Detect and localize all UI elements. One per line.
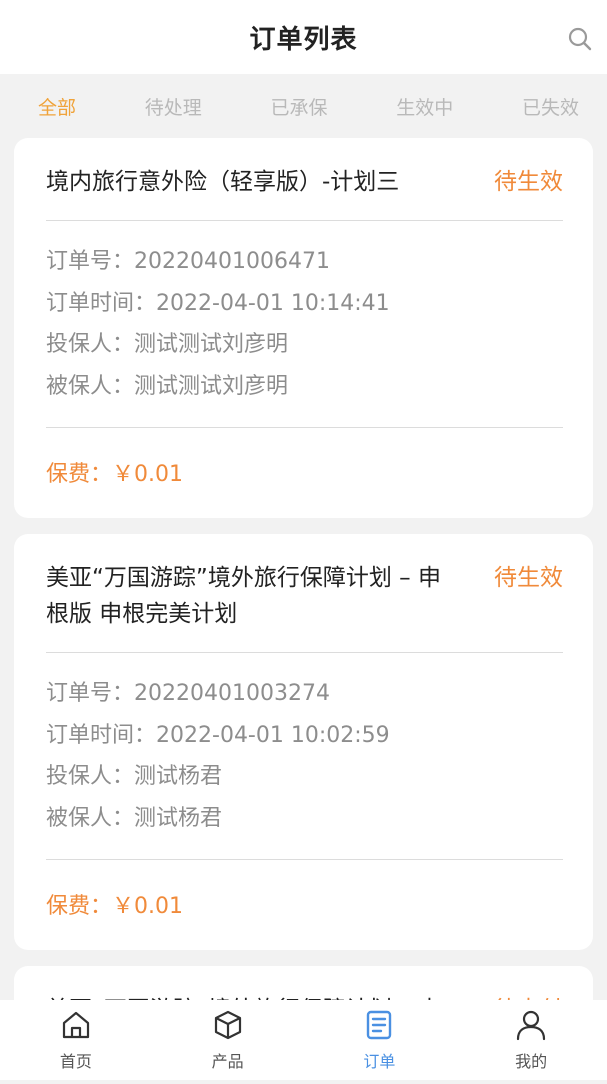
premium-amount: ￥0.01	[112, 894, 184, 919]
order-status: 待生效	[494, 169, 563, 195]
order-time: 2022-04-01 10:02:59	[156, 722, 390, 748]
nav-home[interactable]: 首页	[0, 1000, 152, 1080]
insured: 测试测试刘彦明	[134, 373, 289, 399]
order-list: 境内旅行意外险（轻享版）-计划三 待生效 订单号： 20220401006471 …	[14, 138, 593, 1084]
applicant-row: 投保人： 测试测试刘彦明	[46, 324, 563, 366]
insured-row: 被保人： 测试杨君	[46, 798, 563, 840]
nav-home-label: 首页	[59, 1052, 92, 1071]
nav-products[interactable]: 产品	[152, 1000, 304, 1080]
tab-in-effect[interactable]: 生效中	[396, 93, 453, 120]
bottom-navigation: 首页 产品 订单 我的	[0, 1000, 607, 1080]
order-number-label: 订单号：	[46, 681, 135, 706]
insured-label: 被保人：	[46, 373, 135, 399]
cube-icon	[214, 1010, 241, 1040]
search-icon[interactable]	[567, 26, 593, 52]
nav-mine-label: 我的	[515, 1052, 548, 1071]
premium-label: 保费：	[46, 894, 113, 919]
tab-pending[interactable]: 待处理	[145, 93, 202, 120]
premium-row: 保费： ￥0.01	[46, 428, 563, 518]
order-time-row: 订单时间： 2022-04-01 10:02:59	[46, 715, 563, 757]
order-title: 美亚“万国游踪”境外旅行保障计划 – 申根版 申根完美计划	[46, 565, 441, 627]
tab-all[interactable]: 全部	[38, 93, 76, 120]
order-time-row: 订单时间： 2022-04-01 10:14:41	[46, 283, 563, 325]
applicant-label: 投保人：	[46, 332, 135, 357]
nav-orders[interactable]: 订单	[304, 1000, 456, 1080]
nav-orders-label: 订单	[363, 1052, 396, 1071]
order-time: 2022-04-01 10:14:41	[156, 290, 390, 316]
nav-mine[interactable]: 我的	[455, 1000, 607, 1080]
tab-expired[interactable]: 已失效	[522, 93, 579, 120]
order-number-row: 订单号： 20220401006471	[46, 241, 563, 283]
applicant-label: 投保人：	[46, 764, 135, 789]
premium-label: 保费：	[46, 462, 113, 487]
applicant: 测试测试刘彦明	[134, 332, 289, 357]
home-icon	[62, 1011, 89, 1039]
order-list-icon	[367, 1010, 392, 1040]
user-icon	[517, 1010, 546, 1041]
premium-amount: ￥0.01	[112, 462, 184, 487]
order-card[interactable]: 境内旅行意外险（轻享版）-计划三 待生效 订单号： 20220401006471 …	[14, 138, 593, 518]
order-time-label: 订单时间：	[46, 290, 157, 316]
page-title: 订单列表	[249, 24, 358, 55]
app-header: 订单列表	[0, 0, 607, 74]
nav-products-label: 产品	[211, 1052, 244, 1071]
tab-underwritten[interactable]: 已承保	[270, 93, 327, 120]
applicant-row: 投保人： 测试杨君	[46, 756, 563, 798]
insured-row: 被保人： 测试测试刘彦明	[46, 366, 563, 408]
order-time-label: 订单时间：	[46, 722, 157, 748]
premium-row: 保费： ￥0.01	[46, 860, 563, 950]
order-number: 20220401006471	[134, 249, 330, 274]
order-number-row: 订单号： 20220401003274	[46, 673, 563, 715]
applicant: 测试杨君	[134, 764, 223, 789]
order-number-label: 订单号：	[46, 249, 135, 274]
insured: 测试杨君	[134, 805, 223, 831]
order-number: 20220401003274	[134, 681, 330, 706]
order-status: 待生效	[494, 565, 563, 591]
insured-label: 被保人：	[46, 805, 135, 831]
order-card[interactable]: 美亚“万国游踪”境外旅行保障计划 – 申根版 申根完美计划 待生效 订单号： 20…	[14, 534, 593, 950]
status-tabs: 全部 待处理 已承保 生效中 已失效	[0, 74, 607, 138]
order-title: 境内旅行意外险（轻享版）-计划三	[46, 169, 400, 195]
